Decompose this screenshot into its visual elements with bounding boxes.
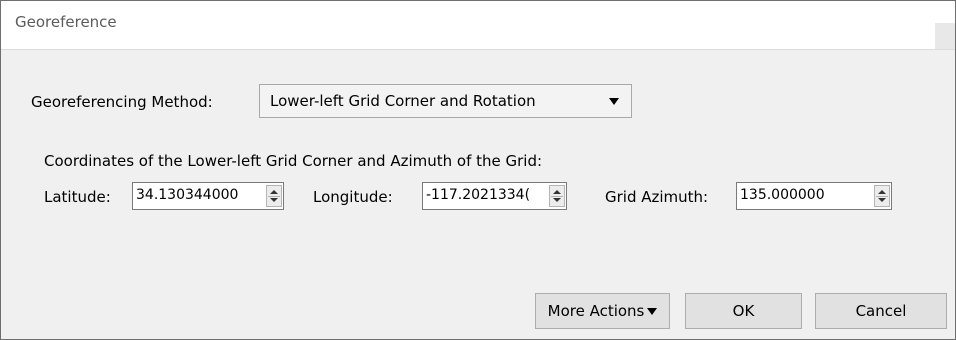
georeferencing-method-label: Georeferencing Method: — [31, 93, 213, 111]
grid-azimuth-spinbox[interactable]: 135.000000 — [736, 182, 892, 210]
spin-up-icon[interactable] — [270, 190, 278, 194]
more-actions-button[interactable]: More Actions — [535, 293, 670, 329]
more-actions-label: More Actions — [547, 302, 645, 320]
latitude-spin-buttons[interactable] — [266, 185, 282, 207]
dialog-title: Georeference — [15, 13, 117, 31]
georeference-dialog: Georeference Georeferencing Method: Lowe… — [0, 0, 956, 340]
latitude-value[interactable]: 34.130344000 — [136, 187, 262, 203]
spin-divider — [551, 196, 563, 197]
dropdown-arrow-icon — [609, 98, 619, 105]
longitude-spin-buttons[interactable] — [549, 185, 565, 207]
chevron-down-icon — [647, 308, 658, 315]
spin-down-icon[interactable] — [270, 198, 278, 202]
title-bar: Georeference — [1, 1, 955, 50]
cancel-label: Cancel — [855, 302, 907, 320]
coordinates-heading: Coordinates of the Lower-left Grid Corne… — [44, 152, 543, 170]
spin-down-icon[interactable] — [878, 198, 886, 202]
spin-down-icon[interactable] — [553, 198, 561, 202]
spin-divider — [876, 196, 888, 197]
grid-azimuth-label: Grid Azimuth: — [605, 188, 709, 206]
azimuth-spin-buttons[interactable] — [874, 185, 890, 207]
longitude-spinbox[interactable]: -117.2021334( — [422, 182, 567, 210]
ok-button[interactable]: OK — [685, 293, 802, 329]
title-bar-button[interactable] — [935, 23, 955, 49]
longitude-label: Longitude: — [313, 188, 393, 206]
longitude-value[interactable]: -117.2021334( — [426, 187, 545, 203]
ok-label: OK — [732, 302, 755, 320]
georeferencing-method-value: Lower-left Grid Corner and Rotation — [270, 92, 536, 110]
spin-up-icon[interactable] — [878, 190, 886, 194]
spin-up-icon[interactable] — [553, 190, 561, 194]
grid-azimuth-value[interactable]: 135.000000 — [740, 187, 870, 203]
latitude-label: Latitude: — [44, 188, 111, 206]
spin-divider — [268, 196, 280, 197]
latitude-spinbox[interactable]: 34.130344000 — [132, 182, 284, 210]
georeferencing-method-dropdown[interactable]: Lower-left Grid Corner and Rotation — [259, 84, 632, 118]
cancel-button[interactable]: Cancel — [815, 293, 947, 329]
